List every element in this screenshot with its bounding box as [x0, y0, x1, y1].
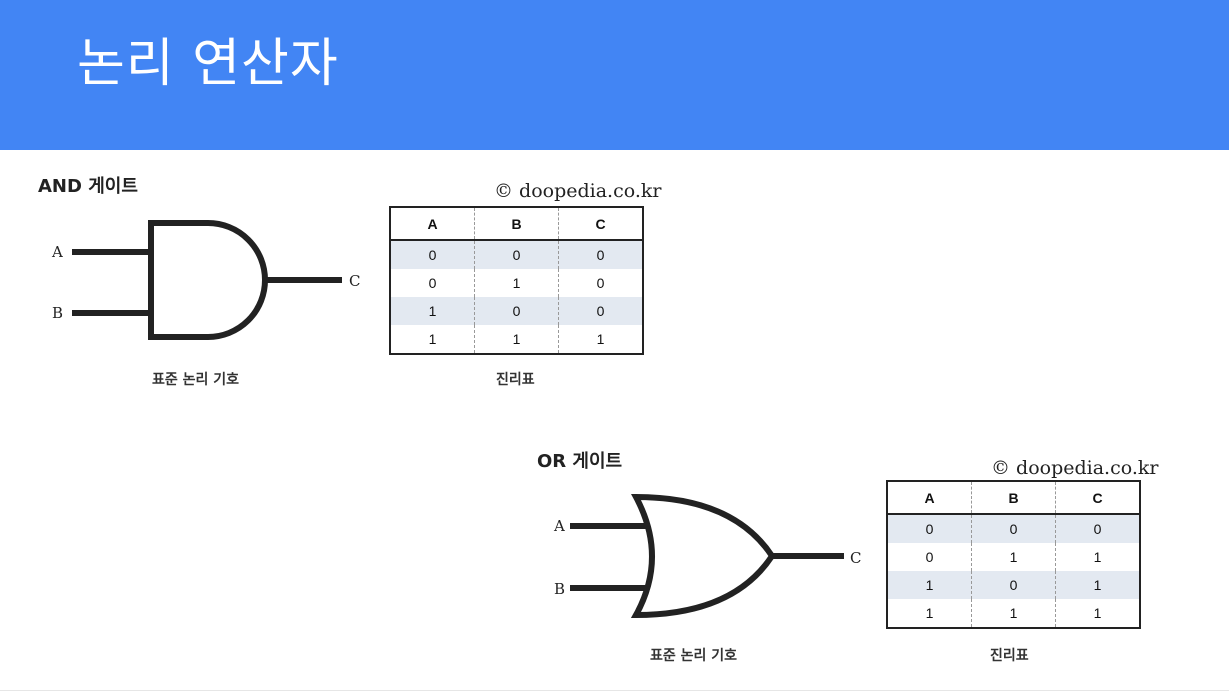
- table-cell: 0: [558, 297, 643, 325]
- table-cell: 1: [971, 543, 1056, 571]
- table-cell: 0: [1055, 514, 1140, 543]
- table-row: 1 1 1: [887, 599, 1140, 628]
- table-header: B: [474, 207, 559, 241]
- table-cell: 0: [971, 571, 1056, 599]
- table-cell: 1: [1055, 571, 1140, 599]
- or-input-a-label: A: [553, 517, 565, 535]
- table-cell: 0: [390, 240, 475, 269]
- or-symbol-caption: 표준 논리 기호: [650, 648, 738, 664]
- table-cell: 0: [925, 549, 934, 565]
- and-output-c-label: C: [349, 272, 360, 290]
- table-cell: 1: [925, 605, 934, 621]
- table-header: A: [887, 481, 972, 515]
- table-cell: 1: [971, 599, 1056, 628]
- table-cell: 0: [558, 269, 643, 297]
- table-row: 1 1 1: [390, 325, 643, 354]
- or-table-caption: 진리표: [990, 648, 1029, 664]
- table-cell: 1: [887, 571, 972, 599]
- slide-header: 논리 연산자: [0, 0, 1229, 150]
- or-input-b-label: B: [554, 580, 565, 598]
- table-row: 1 0 1: [887, 571, 1140, 599]
- table-cell: 0: [474, 297, 559, 325]
- table-cell: 1: [1055, 543, 1140, 571]
- table-cell: 1: [558, 325, 643, 354]
- table-cell: 1: [428, 331, 437, 347]
- or-output-c-label: C: [850, 549, 861, 567]
- and-copyright: © doopedia.co.kr: [494, 180, 662, 202]
- and-gate-symbol: A B C: [51, 220, 360, 340]
- and-input-a-label: A: [51, 243, 63, 261]
- table-row: 0 1 0: [390, 269, 643, 297]
- or-truth-table: A B C 0 0 0 0 1 1 1 0 1 1 1 1: [886, 480, 1141, 629]
- table-cell: 0: [558, 240, 643, 269]
- or-gate-heading: OR 게이트: [537, 451, 623, 472]
- table-cell: 0: [428, 275, 437, 291]
- table-cell: 1: [1055, 599, 1140, 628]
- and-table-caption: 진리표: [496, 372, 535, 388]
- table-row: 1 0 0: [390, 297, 643, 325]
- table-row: 0 1 1: [887, 543, 1140, 571]
- table-cell: 0: [474, 240, 559, 269]
- table-cell: 0: [887, 514, 972, 543]
- and-gate-heading: AND 게이트: [38, 176, 138, 197]
- table-row: 0 0 0: [390, 240, 643, 269]
- table-cell: 1: [474, 269, 559, 297]
- or-gate-symbol: A B C: [553, 493, 861, 619]
- table-cell: 1: [390, 297, 475, 325]
- slide-bottom-divider: [0, 690, 1229, 691]
- and-input-b-label: B: [52, 304, 63, 322]
- table-header: B: [971, 481, 1056, 515]
- table-header: C: [1055, 481, 1140, 515]
- or-copyright: © doopedia.co.kr: [991, 457, 1159, 479]
- and-symbol-caption: 표준 논리 기호: [152, 372, 240, 388]
- table-cell: 0: [971, 514, 1056, 543]
- slide-title: 논리 연산자: [77, 34, 339, 94]
- table-cell: 1: [474, 325, 559, 354]
- and-truth-table: A B C 0 0 0 0 1 0 1 0 0 1 1 1: [389, 206, 644, 355]
- table-header: A: [390, 207, 475, 241]
- table-row: 0 0 0: [887, 514, 1140, 543]
- table-header: C: [558, 207, 643, 241]
